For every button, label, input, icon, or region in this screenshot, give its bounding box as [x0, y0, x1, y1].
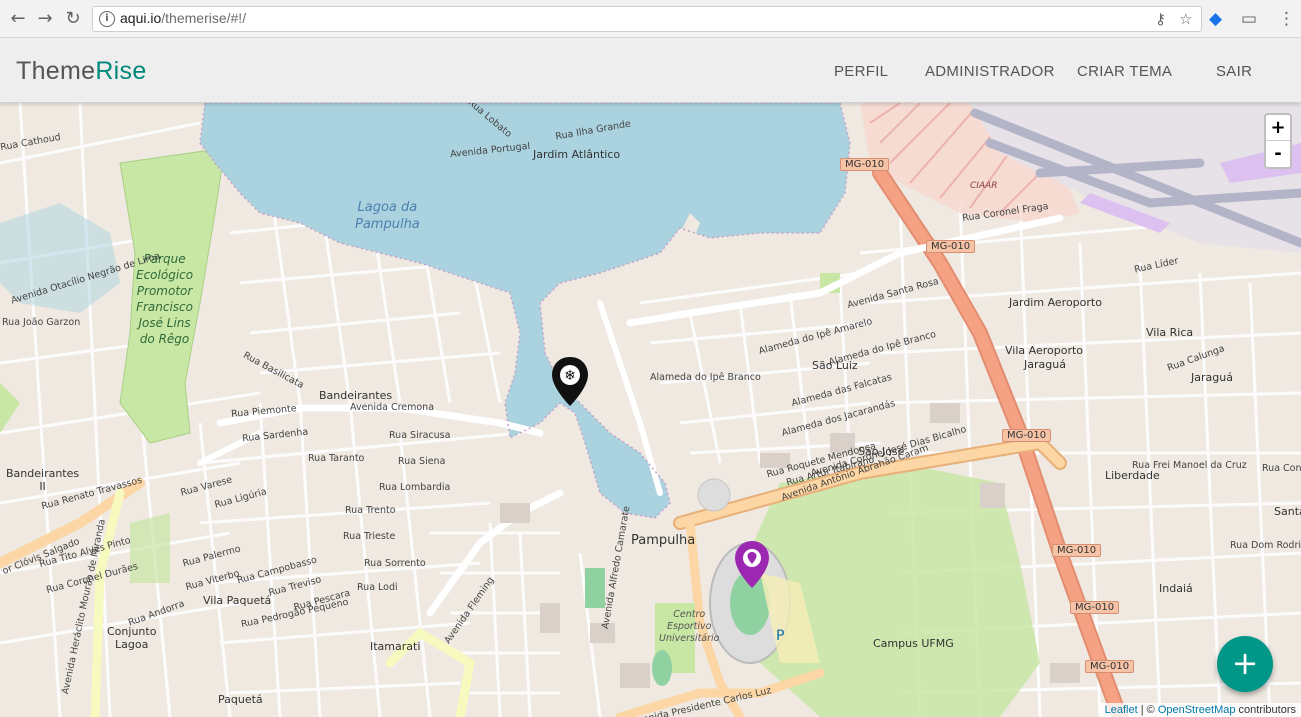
snowflake-icon: ❄: [564, 368, 576, 384]
browser-toolbar: ← → ↻ i aqui.io/themerise/#!/ ⚷ ☆ ◆ ▭ ⋮: [0, 0, 1301, 38]
map-marker-purple[interactable]: [733, 540, 771, 590]
menu-administrador[interactable]: ADMINISTRADOR: [925, 63, 1055, 80]
app-header: ThemeRise PERFIL ADMINISTRADOR CRIAR TEM…: [0, 38, 1301, 103]
forward-arrow-icon[interactable]: →: [33, 7, 57, 31]
cast-icon[interactable]: ▭: [1241, 8, 1257, 30]
map-view[interactable]: Lagoa da Pampulha Parque Ecológico Promotor…: [0, 103, 1301, 717]
zoom-control: + -: [1264, 113, 1292, 169]
reload-icon[interactable]: ↻: [61, 7, 85, 31]
plus-icon: +: [1231, 644, 1259, 682]
brand-logo[interactable]: ThemeRise: [16, 57, 147, 86]
zoom-in-button[interactable]: +: [1266, 115, 1290, 141]
info-icon[interactable]: i: [99, 11, 115, 27]
more-menu-icon[interactable]: ⋮: [1278, 8, 1295, 30]
key-icon[interactable]: ⚷: [1155, 10, 1166, 28]
url-text[interactable]: aqui.io/themerise/#!/: [120, 10, 246, 26]
menu-perfil[interactable]: PERFIL: [834, 63, 888, 80]
map-marker-dark[interactable]: ❄: [550, 356, 590, 408]
zoom-out-button[interactable]: -: [1266, 141, 1290, 167]
map-tiles[interactable]: [0, 103, 1301, 717]
menu-criar-tema[interactable]: CRIAR TEMA: [1077, 63, 1172, 80]
leaflet-link[interactable]: Leaflet: [1105, 704, 1138, 716]
add-button[interactable]: +: [1217, 636, 1273, 692]
osm-link[interactable]: OpenStreetMap: [1158, 704, 1236, 716]
star-icon[interactable]: ☆: [1179, 10, 1192, 28]
address-bar[interactable]: i aqui.io/themerise/#!/ ⚷ ☆: [92, 6, 1202, 32]
map-attribution: Leaflet | © OpenStreetMap contributors: [1099, 703, 1301, 717]
back-arrow-icon[interactable]: ←: [6, 7, 30, 31]
extension-icon[interactable]: ◆: [1209, 8, 1222, 30]
menu-sair[interactable]: SAIR: [1216, 63, 1252, 80]
